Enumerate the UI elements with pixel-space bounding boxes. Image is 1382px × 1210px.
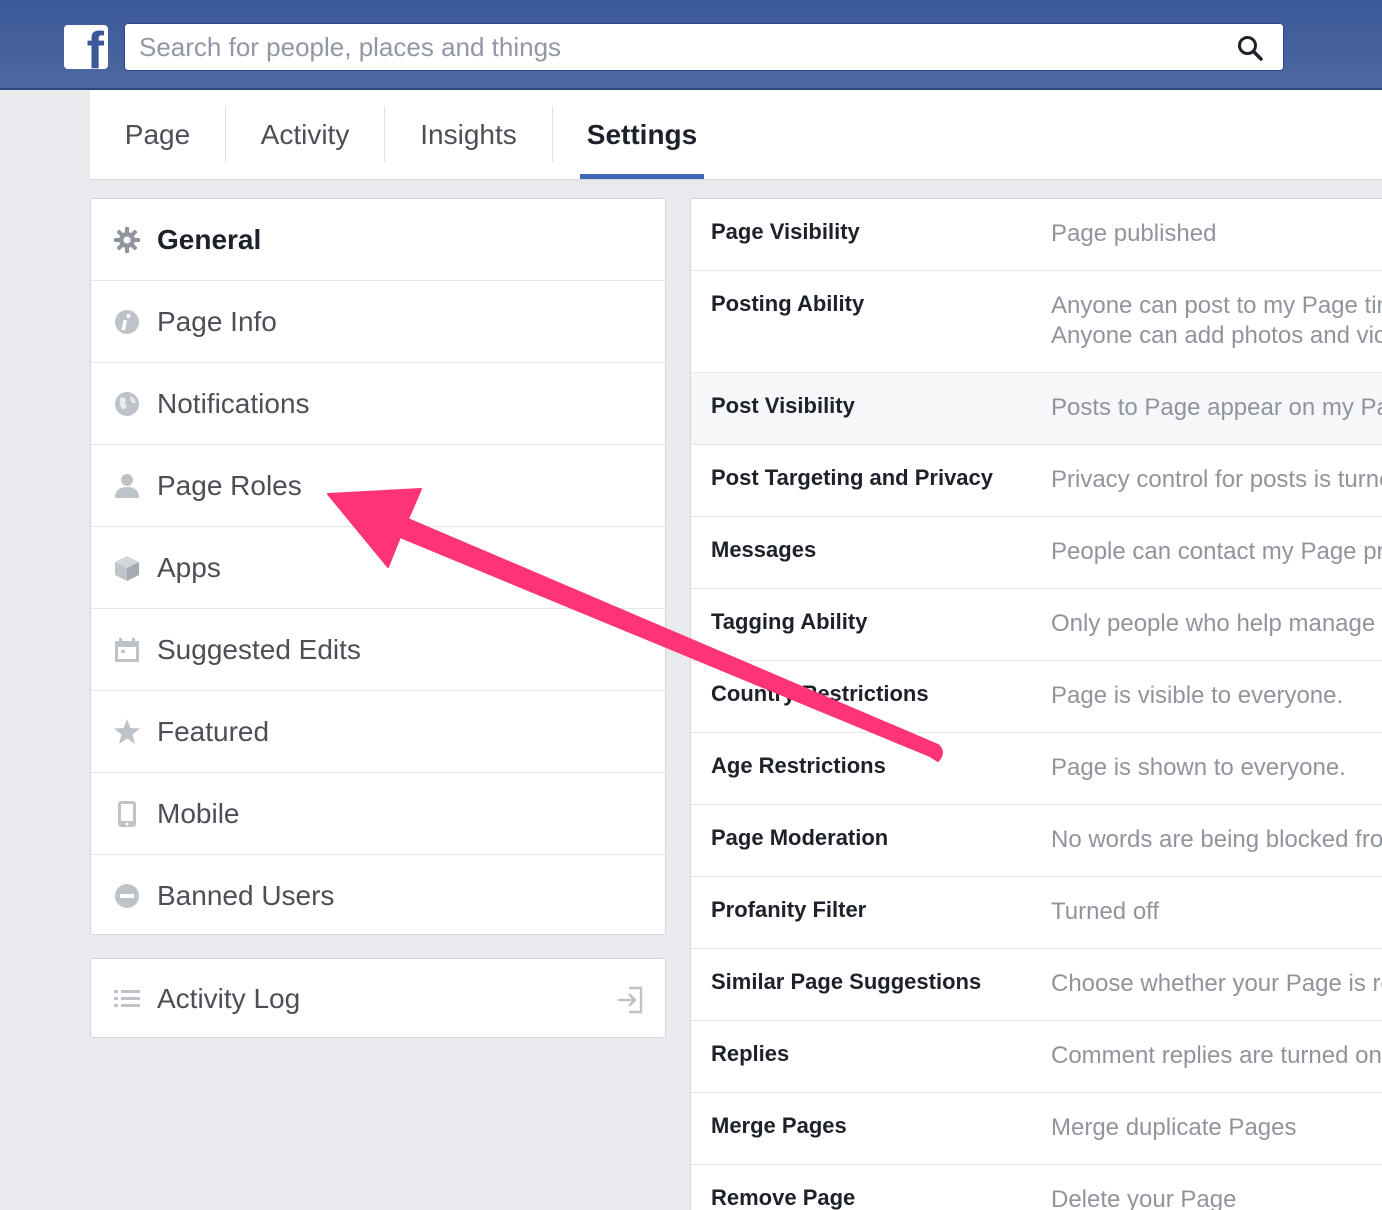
settings-row-messages[interactable]: Messages People can contact my Page pr — [691, 517, 1382, 589]
setting-name: Age Restrictions — [711, 753, 886, 778]
sidebar-item-label: Page Roles — [157, 470, 302, 501]
sidebar-item-label: Apps — [157, 552, 221, 583]
settings-row-page-moderation[interactable]: Page Moderation No words are being block… — [691, 805, 1382, 877]
setting-name: Post Visibility — [711, 393, 855, 418]
settings-row-country-restrictions[interactable]: Country Restrictions Page is visible to … — [691, 661, 1382, 733]
settings-row-merge-pages[interactable]: Merge Pages Merge duplicate Pages — [691, 1093, 1382, 1165]
sidebar-item-apps[interactable]: Apps — [91, 527, 665, 609]
phone-icon — [118, 801, 136, 827]
page-tabs: Page Activity Insights Settings — [90, 90, 1382, 180]
sidebar-item-notifications[interactable]: Notifications — [91, 363, 665, 445]
settings-row-tagging-ability[interactable]: Tagging Ability Only people who help man… — [691, 589, 1382, 661]
settings-row-age-restrictions[interactable]: Age Restrictions Page is shown to everyo… — [691, 733, 1382, 805]
tab-insights[interactable]: Insights — [385, 90, 552, 180]
calendar-icon — [115, 638, 139, 662]
sidebar-item-label: General — [157, 224, 262, 255]
sidebar-item-banned-users[interactable]: Banned Users — [91, 855, 665, 937]
setting-name: Page Visibility — [711, 219, 860, 244]
info-icon — [115, 310, 139, 334]
setting-name: Similar Page Suggestions — [711, 969, 982, 994]
setting-value: Choose whether your Page is re — [1051, 970, 1382, 997]
activity-log-label: Activity Log — [157, 983, 301, 1014]
search-icon[interactable] — [1237, 35, 1263, 61]
sidebar-item-label: Page Info — [157, 306, 277, 337]
setting-name: Replies — [711, 1041, 790, 1066]
sidebar-item-general[interactable]: General — [91, 199, 665, 281]
search-box[interactable] — [124, 23, 1284, 71]
sidebar-item-suggested-edits[interactable]: Suggested Edits — [91, 609, 665, 691]
sidebar-item-label: Featured — [157, 716, 270, 747]
setting-value: Merge duplicate Pages — [1051, 1114, 1297, 1141]
setting-name: Post Targeting and Privacy — [711, 465, 994, 490]
list-icon — [114, 990, 140, 1007]
sidebar-item-label: Mobile — [157, 798, 240, 829]
search-input[interactable] — [125, 24, 1225, 70]
cube-icon — [115, 556, 139, 581]
sidebar-item-page-roles[interactable]: Page Roles — [91, 445, 665, 527]
activity-log-link[interactable]: Activity Log — [90, 958, 666, 1038]
settings-row-posting-ability[interactable]: Posting Ability Anyone can post to my Pa… — [691, 271, 1382, 373]
sidebar-item-featured[interactable]: Featured — [91, 691, 665, 773]
settings-sidebar: General Page Info Notifications Page Rol… — [90, 198, 666, 935]
setting-name: Merge Pages — [711, 1113, 847, 1138]
sidebar-item-label: Suggested Edits — [157, 634, 361, 665]
setting-value: Page is visible to everyone. — [1051, 682, 1344, 709]
setting-name: Posting Ability — [711, 291, 865, 316]
globe-icon — [115, 392, 139, 416]
settings-row-replies[interactable]: Replies Comment replies are turned on — [691, 1021, 1382, 1093]
active-tab-indicator — [580, 174, 704, 179]
setting-value: Page published — [1051, 220, 1217, 247]
setting-value: People can contact my Page pr — [1051, 538, 1382, 565]
setting-value: No words are being blocked fro — [1051, 826, 1382, 853]
setting-name: Tagging Ability — [711, 609, 868, 634]
settings-table: Page Visibility Page published Posting A… — [690, 198, 1382, 1210]
tab-page[interactable]: Page — [90, 90, 225, 180]
setting-value: Turned off — [1051, 898, 1160, 925]
sidebar-item-label: Notifications — [157, 388, 310, 419]
setting-value: Comment replies are turned on — [1051, 1042, 1382, 1069]
settings-row-post-targeting[interactable]: Post Targeting and Privacy Privacy contr… — [691, 445, 1382, 517]
setting-name: Page Moderation — [711, 825, 889, 850]
setting-value: Posts to Page appear on my Pa — [1051, 394, 1382, 421]
tab-activity[interactable]: Activity — [226, 90, 384, 180]
setting-value: Delete your Page — [1051, 1186, 1237, 1210]
settings-row-profanity-filter[interactable]: Profanity Filter Turned off — [691, 877, 1382, 949]
gear-icon — [114, 227, 140, 253]
settings-row-similar-page-suggestions[interactable]: Similar Page Suggestions Choose whether … — [691, 949, 1382, 1021]
facebook-logo-icon[interactable]: f — [64, 25, 108, 69]
setting-value-secondary: Anyone can add photos and vic — [1051, 322, 1382, 349]
tab-divider — [552, 106, 553, 162]
sidebar-item-page-info[interactable]: Page Info — [91, 281, 665, 363]
setting-name: Remove Page — [711, 1185, 856, 1210]
setting-name: Profanity Filter — [711, 897, 867, 922]
settings-row-post-visibility[interactable]: Post Visibility Posts to Page appear on … — [691, 373, 1382, 445]
setting-value: Page is shown to everyone. — [1051, 754, 1346, 781]
exit-icon[interactable] — [615, 985, 645, 1015]
setting-value: Only people who help manage — [1051, 610, 1376, 637]
setting-value: Anyone can post to my Page tir — [1051, 292, 1382, 319]
block-icon — [115, 884, 139, 908]
setting-name: Messages — [711, 537, 817, 562]
sidebar-item-label: Banned Users — [157, 880, 335, 911]
person-icon — [115, 474, 139, 498]
setting-name: Country Restrictions — [711, 681, 929, 706]
tab-settings[interactable]: Settings — [580, 90, 704, 180]
star-icon — [114, 719, 140, 744]
setting-value: Privacy control for posts is turne — [1051, 466, 1382, 493]
settings-row-remove-page[interactable]: Remove Page Delete your Page — [691, 1165, 1382, 1210]
sidebar-item-mobile[interactable]: Mobile — [91, 773, 665, 855]
settings-row-page-visibility[interactable]: Page Visibility Page published — [691, 199, 1382, 271]
